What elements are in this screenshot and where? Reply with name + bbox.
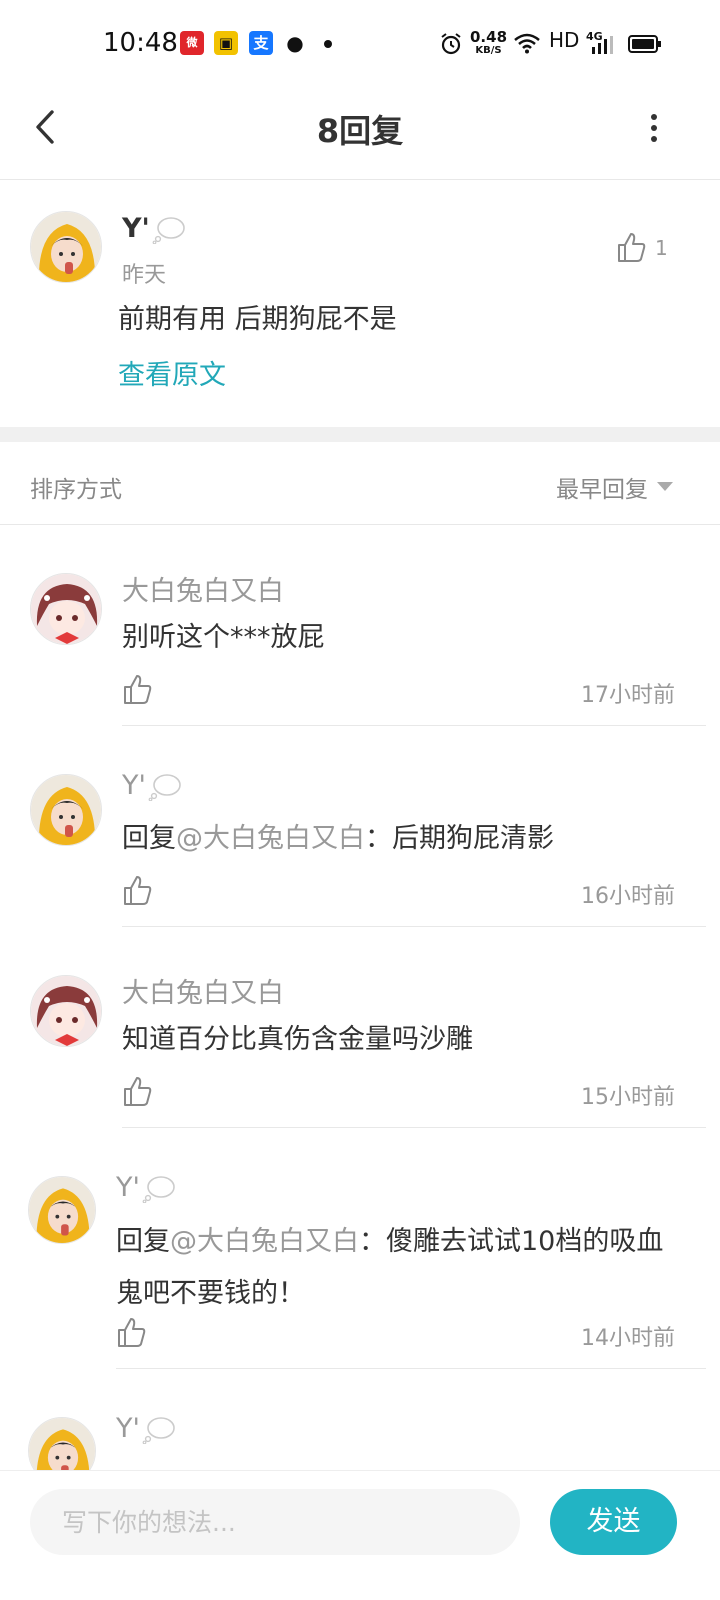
avatar-girl-pink-icon [31, 976, 101, 1046]
avatar-kid-yellow-icon [31, 775, 101, 845]
reply-item: Y' 回复@大白兔白又白：后期狗屁清影 16小时前 [0, 726, 720, 927]
section-divider [0, 427, 720, 442]
alarm-icon [441, 33, 461, 55]
comment-input-bar: 发送 [0, 1470, 720, 1600]
reply-time: 17小时前 [581, 683, 675, 708]
avatar-girl-pink-icon [31, 574, 101, 644]
reply-author[interactable]: Y' [122, 770, 182, 801]
mention-link[interactable]: @大白兔白又白 [176, 823, 365, 854]
comment-text: 前期有用 后期狗屁不是 [118, 304, 397, 335]
thought-bubble-icon [142, 1175, 175, 1203]
sort-label: 排序方式 [30, 477, 122, 503]
avatar[interactable] [30, 975, 102, 1047]
comment-input-wrapper [30, 1489, 520, 1555]
reply-item: Y' [0, 1369, 720, 1470]
thumbs-up-icon[interactable] [122, 874, 152, 906]
thumbs-up-icon[interactable] [116, 1316, 146, 1348]
signal-icon [592, 36, 613, 54]
top-nav-bar: 8回复 [0, 88, 720, 180]
comment-input[interactable] [30, 1489, 520, 1555]
more-menu-icon[interactable] [640, 106, 668, 150]
bus-app-icon: ▣ [214, 31, 238, 55]
reply-item: 大白兔白又白 知道百分比真伤含金量吗沙雕 15小时前 [0, 927, 720, 1128]
thought-bubble-icon [142, 1416, 175, 1444]
reply-time: 15小时前 [581, 1085, 675, 1110]
reply-text: 别听这个***放屁 [122, 622, 325, 653]
caret-down-icon[interactable] [657, 482, 673, 491]
original-comment: Y' 昨天 前期有用 后期狗屁不是 查看原文 1 [0, 181, 720, 427]
avatar-kid-yellow-icon [29, 1177, 95, 1243]
reply-author[interactable]: 大白兔白又白 [122, 569, 284, 608]
reply-author[interactable]: Y' [116, 1172, 176, 1203]
weibo-icon: 微 [180, 31, 204, 55]
thumbs-up-icon[interactable] [616, 231, 646, 263]
sort-bar: 排序方式 最早回复 [0, 442, 720, 525]
thought-bubble-icon [152, 216, 185, 244]
comment-time: 昨天 [122, 263, 167, 288]
view-original-link[interactable]: 查看原文 [118, 353, 226, 392]
notification-dot [324, 40, 332, 48]
reply-time: 16小时前 [581, 884, 675, 909]
status-time: 10:48 [103, 28, 178, 58]
avatar[interactable] [30, 774, 102, 846]
avatar[interactable] [28, 1176, 96, 1244]
avatar-kid-yellow-icon [29, 1418, 95, 1470]
thumbs-up-icon[interactable] [122, 673, 152, 705]
reply-time: 14小时前 [581, 1326, 675, 1351]
battery-icon [628, 35, 661, 53]
wifi-icon [514, 33, 540, 54]
network-speed: 0.48 KB/S [470, 28, 508, 57]
avatar[interactable] [30, 211, 102, 283]
send-button[interactable]: 发送 [550, 1489, 677, 1555]
comment-author[interactable]: Y' [122, 213, 186, 244]
alipay-icon: 支 [249, 31, 273, 55]
reply-text: 知道百分比真伤含金量吗沙雕 [122, 1024, 473, 1055]
page-title: 8回复 [316, 112, 404, 150]
reply-item: Y' 回复@大白兔白又白：傻雕去试试10档的吸血鬼吧不要钱的！ 14小时前 [0, 1128, 720, 1369]
like-count: 1 [655, 236, 668, 260]
wechat-icon: ● [286, 31, 304, 55]
reply-author[interactable]: Y' [116, 1413, 176, 1444]
reply-author[interactable]: 大白兔白又白 [122, 971, 284, 1010]
thumbs-up-icon[interactable] [122, 1075, 152, 1107]
avatar[interactable] [30, 573, 102, 645]
mention-link[interactable]: @大白兔白又白 [170, 1226, 359, 1257]
status-bar: 10:48 微 ▣ 支 ● 0.48 KB/S HD 4G [0, 0, 720, 88]
reply-text: 回复@大白兔白又白：后期狗屁清影 [122, 823, 554, 854]
thought-bubble-icon [148, 773, 181, 801]
avatar-kid-yellow-icon [31, 212, 101, 282]
reply-text: 回复@大白兔白又白：傻雕去试试10档的吸血鬼吧不要钱的！ [116, 1226, 664, 1309]
hd-indicator: HD [549, 28, 580, 52]
sort-dropdown[interactable]: 最早回复 [556, 470, 648, 504]
reply-item: 大白兔白又白 别听这个***放屁 17小时前 [0, 525, 720, 726]
avatar[interactable] [28, 1417, 96, 1470]
